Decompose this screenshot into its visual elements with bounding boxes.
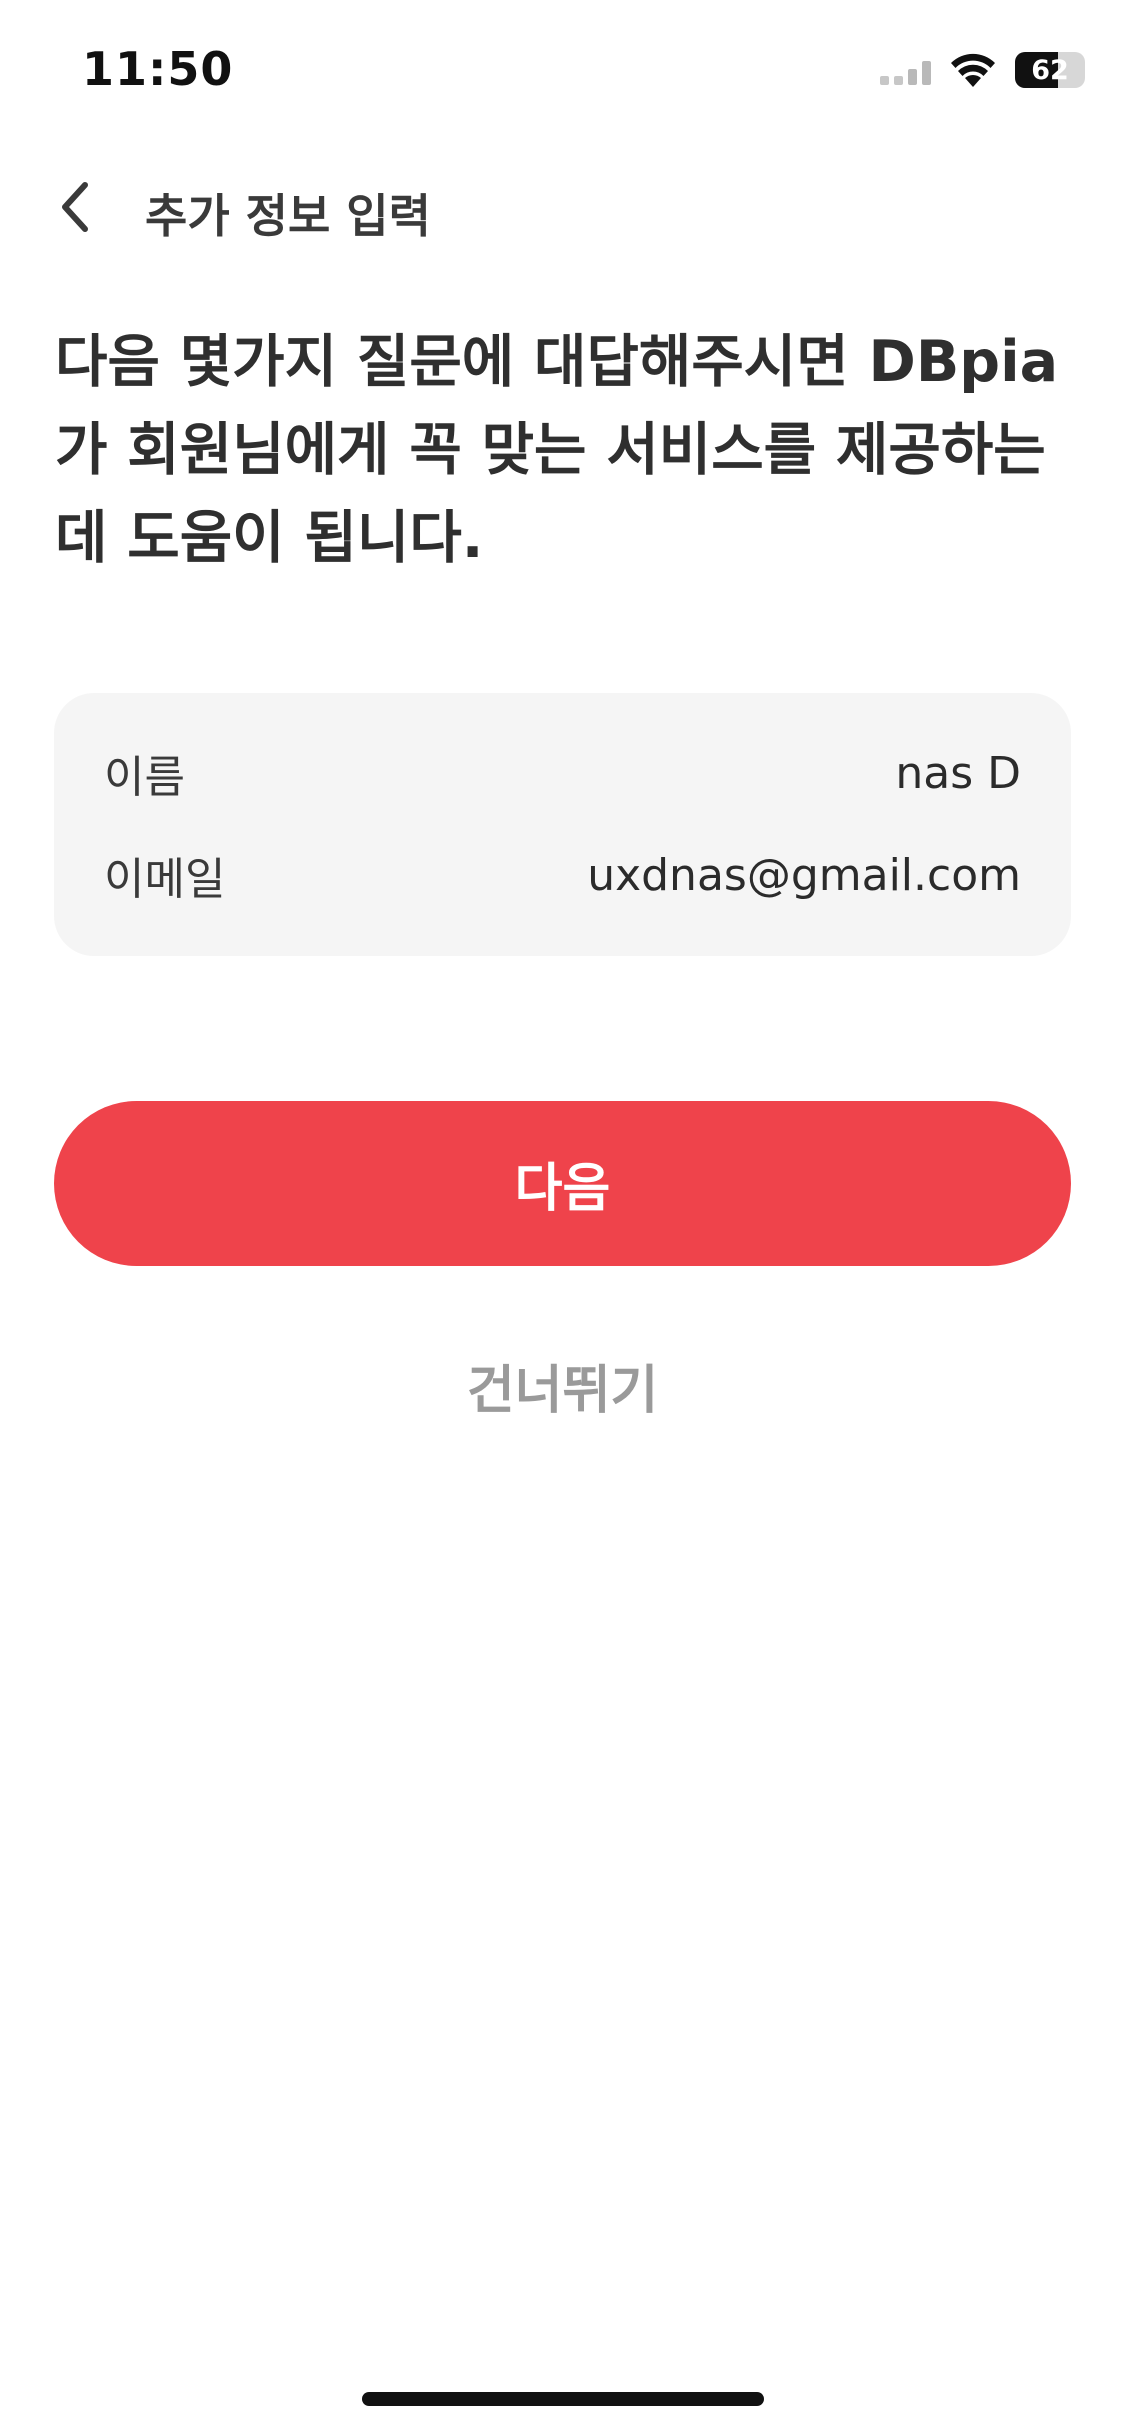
battery-icon: 62 xyxy=(1015,52,1085,88)
header: 추가 정보 입력 xyxy=(0,160,1125,250)
back-button[interactable] xyxy=(40,172,110,242)
home-indicator[interactable] xyxy=(362,2392,764,2406)
info-row-email: 이메일 uxdnas@gmail.com xyxy=(104,843,1021,907)
email-value: uxdnas@gmail.com xyxy=(587,849,1021,901)
info-row-name: 이름 nas D xyxy=(104,741,1021,805)
intro-text: 다음 몇가지 질문에 대답해주시면 DBpia가 회원님에게 꼭 맞는 서비스를… xyxy=(55,329,1059,571)
battery-level: 62 xyxy=(1031,54,1069,86)
status-icons: 62 xyxy=(880,48,1085,92)
chevron-left-icon xyxy=(62,182,88,232)
status-time: 11:50 xyxy=(82,42,234,96)
cellular-signal-icon xyxy=(880,55,931,85)
name-label: 이름 xyxy=(104,752,185,803)
name-value: nas D xyxy=(895,747,1021,799)
email-label: 이메일 xyxy=(104,854,226,905)
screen: 11:50 62 추가 정보 입력 다음 몇가지 질문에 대답해주시면 DBpi… xyxy=(0,0,1125,2436)
status-bar: 11:50 62 xyxy=(0,0,1125,140)
next-button[interactable]: 다음 xyxy=(54,1101,1071,1266)
page-title: 추가 정보 입력 xyxy=(145,189,431,243)
info-card: 이름 nas D 이메일 uxdnas@gmail.com xyxy=(54,693,1071,956)
wifi-icon xyxy=(951,53,995,87)
skip-link[interactable]: 건너뛰기 xyxy=(0,1348,1125,1423)
